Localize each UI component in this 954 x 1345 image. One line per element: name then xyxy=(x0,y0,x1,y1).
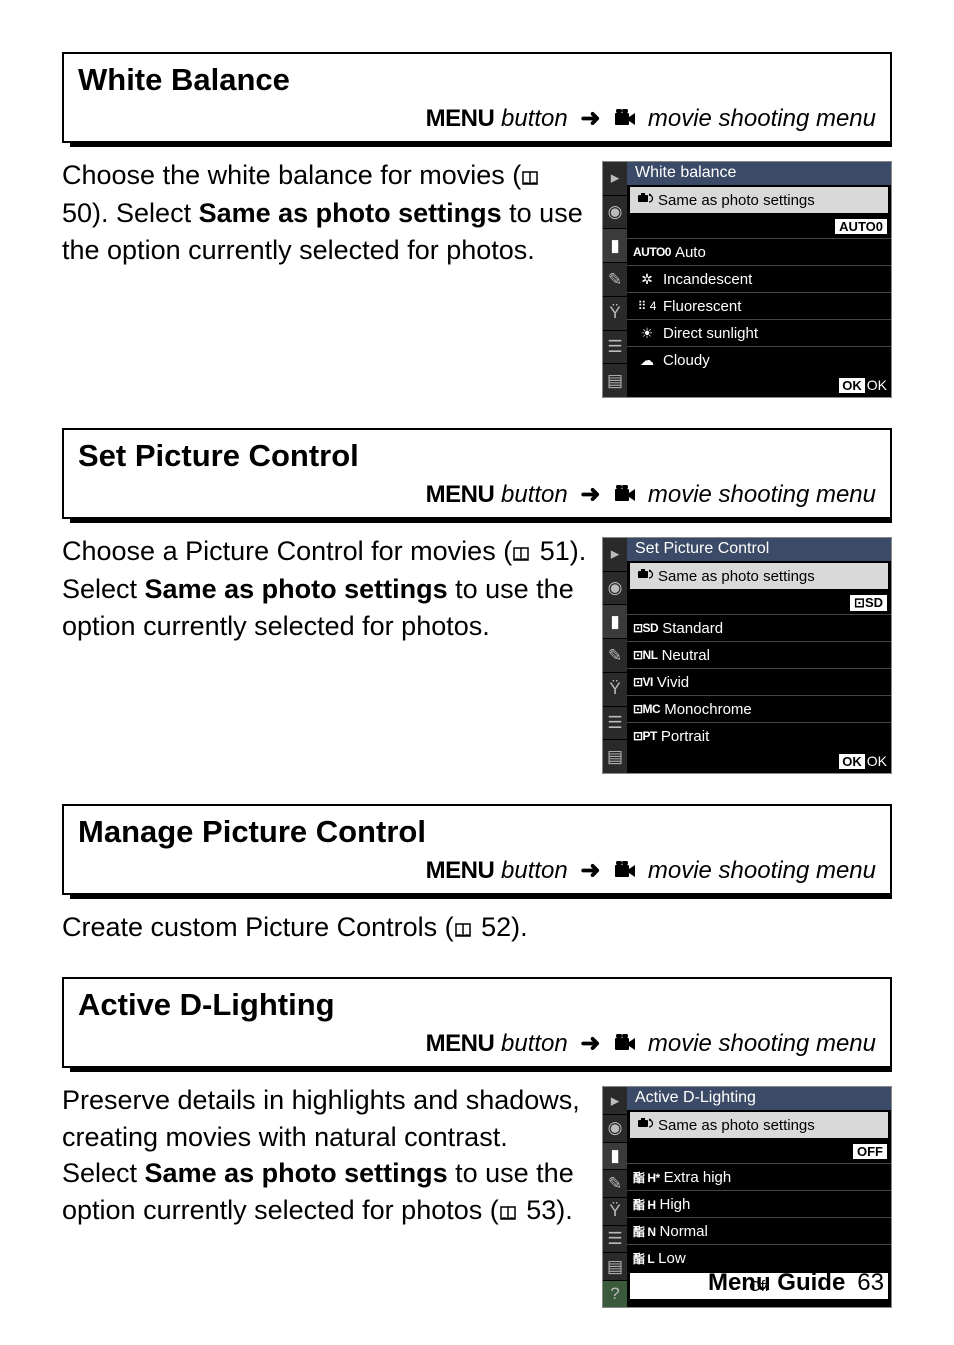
screenshot-set-picture-control: ▸ ◉ ▮ ✎ Ÿ ☰ ▤ Set Picture Control Same a… xyxy=(602,537,892,774)
tab-icon: ✎ xyxy=(603,639,627,673)
heading-box: Active D-Lighting MENU button ➜ movie sh… xyxy=(62,977,892,1068)
book-icon xyxy=(454,911,472,947)
screenshot-row: ⊡VIVivid xyxy=(627,668,891,695)
section-manage-picture-control: Manage Picture Control MENU button ➜ mov… xyxy=(62,804,892,947)
ok-badge: OK xyxy=(838,377,866,394)
tab-icon: ☰ xyxy=(603,707,627,741)
screenshot-tabs: ▸ ◉ ▮ ✎ Ÿ ☰ ▤ ? xyxy=(603,1087,627,1307)
bulb-icon: ✲ xyxy=(633,271,661,288)
screenshot-tabs: ▸ ◉ ▮ ✎ Ÿ ☰ ▤ xyxy=(603,538,627,773)
menu-path: MENU button ➜ movie shooting menu xyxy=(64,104,890,141)
screenshot-row: 酯 LLow xyxy=(627,1244,891,1271)
tab-icon: ✎ xyxy=(603,1170,627,1198)
tab-icon: ▸ xyxy=(603,538,627,572)
tab-icon: ▮ xyxy=(603,229,627,263)
screenshot-title: White balance xyxy=(627,162,891,185)
body-text: Choose the white balance for movies ( 50… xyxy=(62,157,602,268)
book-icon xyxy=(521,159,539,195)
screenshot-row: ✲Incandescent xyxy=(627,265,891,292)
screenshot-selected-row: Same as photo settings xyxy=(629,562,889,590)
screenshot-row: ☁Cloudy xyxy=(627,346,891,373)
screenshot-row: 酯 NNormal xyxy=(627,1217,891,1244)
tab-icon: ▸ xyxy=(603,162,627,196)
section-set-picture-control: Set Picture Control MENU button ➜ movie … xyxy=(62,428,892,774)
tab-icon: ✎ xyxy=(603,263,627,297)
tab-icon: ▤ xyxy=(603,1253,627,1281)
heading-title: White Balance xyxy=(64,54,890,104)
arrow-icon: ➜ xyxy=(580,1030,600,1057)
camera-sync-icon xyxy=(636,191,654,209)
screenshot-row: 酯 H*Extra high xyxy=(627,1163,891,1190)
tab-icon: ▤ xyxy=(603,364,627,397)
cloud-icon: ☁ xyxy=(633,352,661,369)
camera-sync-icon xyxy=(636,1116,654,1134)
badge: ⊡SD xyxy=(850,595,887,611)
sun-icon: ☀ xyxy=(633,325,661,342)
arrow-icon: ➜ xyxy=(580,481,600,508)
screenshot-row: ⊡NLNeutral xyxy=(627,641,891,668)
screenshot-row: 酯 HHigh xyxy=(627,1190,891,1217)
movie-camera-icon xyxy=(615,108,637,136)
screenshot-title: Active D-Lighting xyxy=(627,1087,891,1110)
section-white-balance: White Balance MENU button ➜ movie shooti… xyxy=(62,52,892,398)
heading-title: Manage Picture Control xyxy=(64,806,890,856)
body-text: Create custom Picture Controls ( 52). xyxy=(62,909,892,947)
body-text: Choose a Picture Control for movies ( 51… xyxy=(62,533,602,644)
tab-icon: ▮ xyxy=(603,1143,627,1171)
screenshot-row: ⊡MCMonochrome xyxy=(627,695,891,722)
menu-path: MENU button ➜ movie shooting menu xyxy=(64,856,890,893)
page-footer: Menu Guide 63 xyxy=(708,1269,884,1297)
tab-icon: ◉ xyxy=(603,1115,627,1143)
badge: OFF xyxy=(853,1144,887,1159)
badge: AUTO0 xyxy=(835,219,887,234)
heading-box: Set Picture Control MENU button ➜ movie … xyxy=(62,428,892,519)
screenshot-row: ⊡PTPortrait xyxy=(627,722,891,749)
book-icon xyxy=(499,1194,517,1230)
tab-icon: Ÿ xyxy=(603,673,627,707)
tab-icon: ? xyxy=(603,1281,627,1308)
arrow-icon: ➜ xyxy=(580,105,600,132)
tab-icon: ◉ xyxy=(603,572,627,606)
tab-icon: ◉ xyxy=(603,196,627,230)
menu-path: MENU button ➜ movie shooting menu xyxy=(64,480,890,517)
tab-icon: ☰ xyxy=(603,1226,627,1254)
movie-camera-icon xyxy=(615,1033,637,1061)
tab-icon: Ÿ xyxy=(603,1198,627,1226)
camera-sync-icon xyxy=(636,567,654,585)
tab-icon: ▤ xyxy=(603,740,627,773)
heading-title: Active D-Lighting xyxy=(64,979,890,1029)
page-number: 63 xyxy=(857,1269,884,1296)
tab-icon: ☰ xyxy=(603,331,627,365)
screenshot-row: ☀Direct sunlight xyxy=(627,319,891,346)
movie-camera-icon xyxy=(615,860,637,888)
screenshot-title: Set Picture Control xyxy=(627,538,891,561)
screenshot-selected-row: Same as photo settings xyxy=(629,186,889,214)
screenshot-white-balance: ▸ ◉ ▮ ✎ Ÿ ☰ ▤ White balance Same as phot… xyxy=(602,161,892,398)
movie-camera-icon xyxy=(615,484,637,512)
book-icon xyxy=(512,535,530,571)
arrow-icon: ➜ xyxy=(580,857,600,884)
tab-icon: Ÿ xyxy=(603,297,627,331)
screenshot-row: AUTO0Auto xyxy=(627,238,891,265)
heading-box: White Balance MENU button ➜ movie shooti… xyxy=(62,52,892,143)
footer-label: Menu Guide xyxy=(708,1269,845,1296)
screenshot-tabs: ▸ ◉ ▮ ✎ Ÿ ☰ ▤ xyxy=(603,162,627,397)
ok-badge: OK xyxy=(838,753,866,770)
screenshot-row: ⠿ 4Fluorescent xyxy=(627,292,891,319)
screenshot-row: ⊡SDStandard xyxy=(627,614,891,641)
menu-path: MENU button ➜ movie shooting menu xyxy=(64,1029,890,1066)
heading-title: Set Picture Control xyxy=(64,430,890,480)
tab-icon: ▮ xyxy=(603,605,627,639)
body-text: Preserve details in highlights and shado… xyxy=(62,1082,602,1230)
section-active-d-lighting: Active D-Lighting MENU button ➜ movie sh… xyxy=(62,977,892,1308)
screenshot-selected-row: Same as photo settings xyxy=(629,1111,889,1139)
tab-icon: ▸ xyxy=(603,1087,627,1115)
heading-box: Manage Picture Control MENU button ➜ mov… xyxy=(62,804,892,895)
